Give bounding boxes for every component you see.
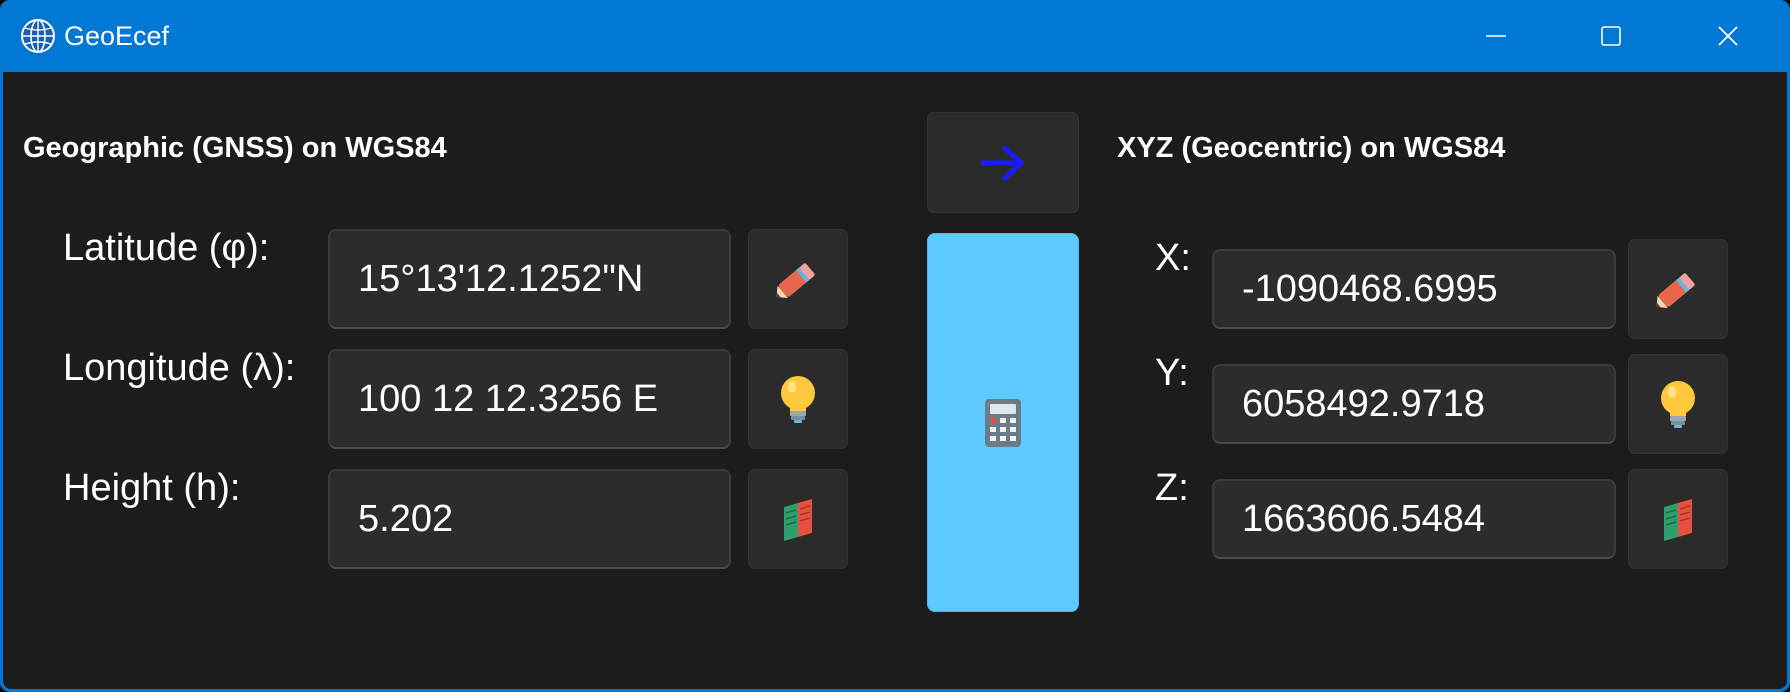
z-input[interactable] <box>1212 479 1616 559</box>
x-label: X: <box>1155 237 1191 279</box>
minimize-button[interactable] <box>1441 0 1551 72</box>
maximize-icon <box>1601 26 1621 46</box>
window-title: GeoEcef <box>64 21 170 51</box>
maximize-button[interactable] <box>1556 0 1666 72</box>
geographic-section-title: Geographic (GNSS) on WGS84 <box>23 132 447 164</box>
direction-toggle-button[interactable] <box>927 112 1079 213</box>
height-reference-button[interactable] <box>748 469 848 569</box>
z-label: Z: <box>1155 467 1189 509</box>
y-input[interactable] <box>1212 364 1616 444</box>
x-input[interactable] <box>1212 249 1616 329</box>
longitude-label: Longitude (λ): <box>63 347 296 389</box>
longitude-hint-button[interactable] <box>748 349 848 449</box>
height-input[interactable] <box>328 469 731 569</box>
longitude-input[interactable] <box>328 349 731 449</box>
globe-icon <box>21 19 55 53</box>
main-content: Geographic (GNSS) on WGS84 Latitude (φ):… <box>3 72 1787 689</box>
close-icon <box>1718 26 1738 46</box>
latitude-input[interactable] <box>328 229 731 329</box>
latitude-edit-button[interactable] <box>748 229 848 329</box>
height-label: Height (h): <box>63 467 241 509</box>
calculate-button[interactable] <box>927 233 1079 612</box>
z-reference-button[interactable] <box>1628 469 1728 569</box>
x-edit-button[interactable] <box>1628 239 1728 339</box>
pencil-icon <box>1656 273 1695 308</box>
minimize-icon <box>1486 35 1506 37</box>
calculator-icon <box>985 398 1021 447</box>
y-label: Y: <box>1155 352 1189 394</box>
title-bar[interactable]: GeoEcef <box>0 0 1790 72</box>
geocentric-section-title: XYZ (Geocentric) on WGS84 <box>1117 132 1506 164</box>
lightbulb-icon <box>1661 381 1695 428</box>
latitude-label: Latitude (φ): <box>63 227 270 269</box>
book-icon <box>1664 499 1692 541</box>
lightbulb-icon <box>781 376 815 423</box>
book-icon <box>784 499 812 541</box>
close-button[interactable] <box>1673 0 1783 72</box>
y-hint-button[interactable] <box>1628 354 1728 454</box>
arrow-right-icon <box>980 145 1024 180</box>
pencil-icon <box>776 263 815 298</box>
app-window: GeoEcef Geographic (GNSS) on WGS84 Latit… <box>0 0 1790 692</box>
